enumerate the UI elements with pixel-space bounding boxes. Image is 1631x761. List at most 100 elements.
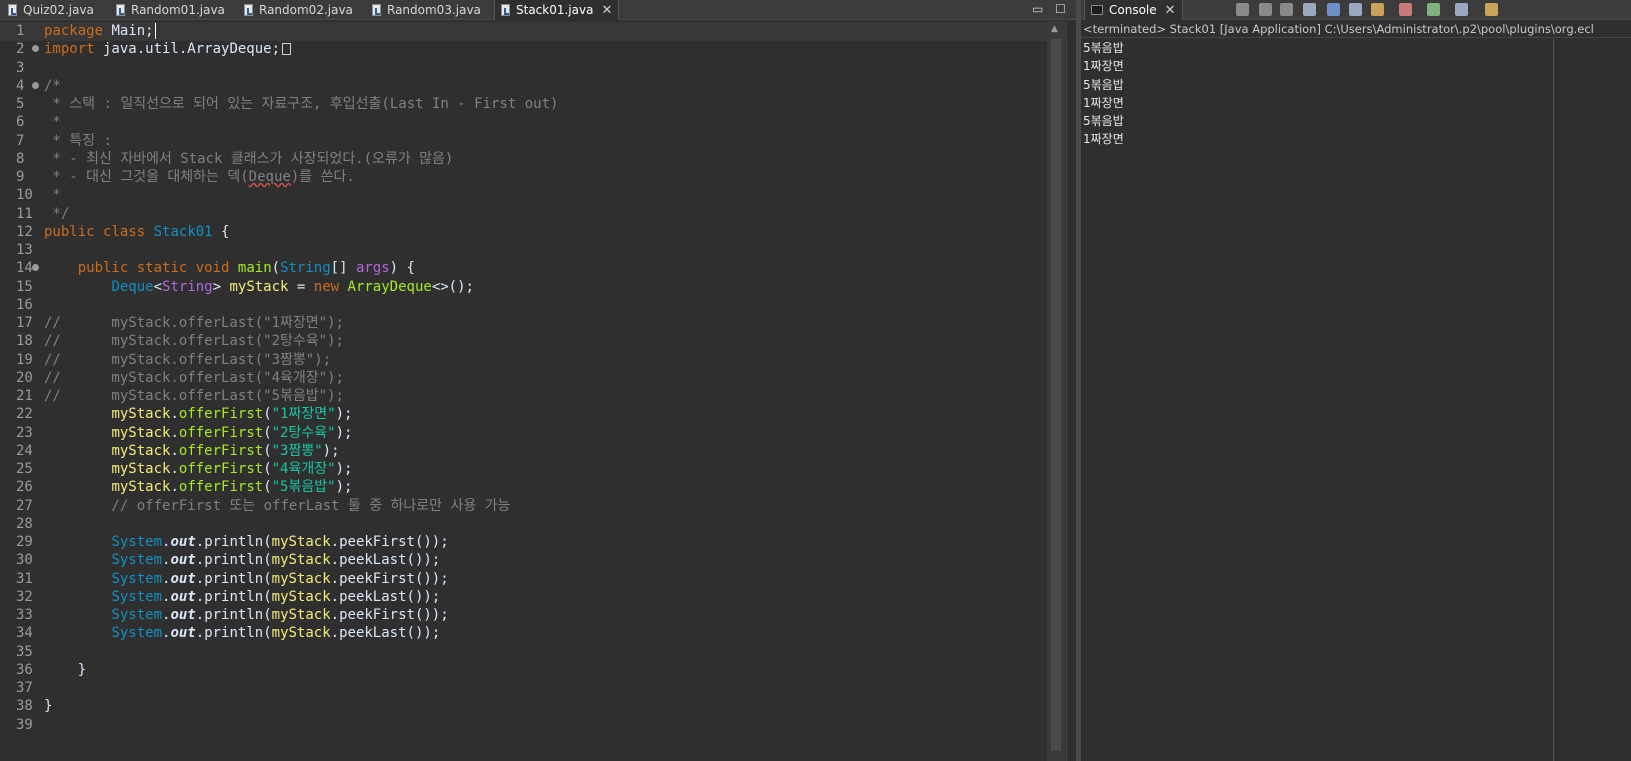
code-line[interactable]: 13 <box>0 241 1090 260</box>
code-line[interactable]: 39 <box>0 716 1090 735</box>
static-field: out <box>170 570 196 587</box>
code-text: myStack.offerFirst("3짬뽕"); <box>44 442 339 461</box>
code-text: // myStack.offerLast("4육개장"); <box>44 369 344 388</box>
static-field: out <box>170 534 196 550</box>
code-line[interactable]: 22 myStack.offerFirst("1짜장면"); <box>0 405 1090 424</box>
type-argument: String <box>162 278 213 295</box>
code-line[interactable]: 28 <box>0 515 1090 534</box>
code-punct: . <box>330 625 340 642</box>
code-punct: . <box>195 570 205 587</box>
line-number: 36 <box>16 661 33 678</box>
remove-launch-icon[interactable] <box>1259 3 1272 16</box>
code-line[interactable]: 21 // myStack.offerLast("5볶음밥"); <box>0 387 1090 406</box>
code-line[interactable]: 16 <box>0 296 1090 315</box>
open-console-icon[interactable] <box>1485 3 1498 16</box>
string-literal: "3짬뽕" <box>271 442 323 459</box>
code-line[interactable]: 36 } <box>0 661 1090 680</box>
code-line[interactable]: 37 <box>0 679 1090 698</box>
scroll-lock-icon[interactable] <box>1327 3 1340 16</box>
code-punct: . <box>195 534 205 550</box>
code-line[interactable]: 38} <box>0 697 1090 716</box>
line-number: 34 <box>16 625 33 642</box>
code-line[interactable]: 32 System.out.println(myStack.peekLast()… <box>0 588 1090 607</box>
code-line[interactable]: 34 System.out.println(myStack.peekLast()… <box>0 624 1090 643</box>
code-line[interactable]: 26 myStack.offerFirst("5볶음밥"); <box>0 478 1090 497</box>
method-name: offerFirst <box>178 479 264 496</box>
display-console-icon[interactable] <box>1455 3 1468 16</box>
code-line[interactable]: 23 myStack.offerFirst("2탕수육"); <box>0 424 1090 443</box>
java-file-icon <box>244 4 253 16</box>
line-number: 22 <box>16 406 33 423</box>
code-line[interactable]: 5 * 스택 : 일직선으로 되어 있는 자료구조, 후입선출(Last In … <box>0 95 1090 114</box>
code-line[interactable]: 35 <box>0 643 1090 662</box>
code-line[interactable]: 27 // offerFirst 또는 offerLast 둘 중 하나로만 사… <box>0 497 1090 516</box>
java-file-icon <box>8 4 17 16</box>
code-punct: . <box>330 607 340 623</box>
code-line[interactable]: 17 // myStack.offerLast("1짜장면"); <box>0 314 1090 333</box>
code-text: Deque<String> myStack = new ArrayDeque<>… <box>44 278 474 297</box>
code-text: * 스택 : 일직선으로 되어 있는 자료구조, 후입선출(Last In - … <box>44 95 558 114</box>
parameter-name: args <box>355 260 390 277</box>
code-line[interactable]: 19 // myStack.offerLast("3짬뽕"); <box>0 351 1090 370</box>
code-line[interactable]: 33 System.out.println(myStack.peekFirst(… <box>0 606 1090 625</box>
code-line[interactable]: 12 public class Stack01 { <box>0 223 1090 242</box>
code-editor[interactable]: 1 package Main; 2 import java.util.ArrayDeq… <box>0 21 1090 761</box>
code-line[interactable]: 4/* <box>0 77 1090 96</box>
tab-random02[interactable]: Random02.java <box>244 0 353 20</box>
variable-name: myStack <box>111 461 171 477</box>
maximize-icon[interactable]: ☐ <box>1055 2 1066 16</box>
code-line[interactable]: 14 public static void main(String[] args… <box>0 259 1090 278</box>
code-line[interactable]: 29 System.out.println(myStack.peekFirst(… <box>0 533 1090 552</box>
code-line[interactable]: 15 Deque<String> myStack = new ArrayDequ… <box>0 278 1090 297</box>
code-line[interactable]: 24 myStack.offerFirst("3짬뽕"); <box>0 442 1090 461</box>
code-line[interactable]: 1 package Main; <box>0 22 1090 41</box>
code-line[interactable]: 10 * <box>0 186 1090 205</box>
code-text: myStack.offerFirst("1짜장면"); <box>44 405 352 424</box>
show-on-error-icon[interactable] <box>1399 3 1412 16</box>
code-punct: ()); <box>406 588 441 605</box>
code-text: } <box>44 661 86 680</box>
editor-vertical-scrollbar[interactable]: ▲ <box>1047 21 1065 761</box>
code-line[interactable]: 25 myStack.offerFirst("4육개장"); <box>0 460 1090 479</box>
code-punct <box>44 461 111 477</box>
word-wrap-icon[interactable] <box>1349 3 1362 16</box>
scroll-up-icon[interactable]: ▲ <box>1051 24 1058 34</box>
keyword-static: static <box>136 260 188 277</box>
tab-random01[interactable]: Random01.java <box>116 0 225 20</box>
code-line[interactable]: 7 * 특징 : <box>0 132 1090 151</box>
folded-imports-icon[interactable] <box>282 43 292 56</box>
code-line[interactable]: 20 // myStack.offerLast("4육개장"); <box>0 369 1090 388</box>
code-punct <box>44 571 111 587</box>
text-caret <box>154 23 156 39</box>
code-line[interactable]: 2 import java.util.ArrayDeque; <box>0 40 1090 59</box>
code-line[interactable]: 6 * <box>0 113 1090 132</box>
minimize-icon[interactable]: ▭ <box>1032 2 1043 16</box>
remove-all-icon[interactable] <box>1280 3 1293 16</box>
close-tab-icon[interactable]: ✕ <box>601 3 612 18</box>
method-name: println <box>204 607 264 623</box>
close-tab-icon[interactable]: ✕ <box>1165 3 1176 18</box>
comment-text: // offerFirst 또는 offerLast 둘 중 하나로만 사용 가… <box>44 497 511 514</box>
show-on-output-icon[interactable] <box>1371 3 1384 16</box>
pin-console-icon[interactable] <box>1427 3 1440 16</box>
tab-random03[interactable]: Random03.java <box>372 0 481 20</box>
code-line[interactable]: 18 // myStack.offerLast("2탕수육"); <box>0 332 1090 351</box>
collapse-fold-icon[interactable] <box>32 81 39 89</box>
code-line[interactable]: 30 System.out.println(myStack.peekLast()… <box>0 551 1090 570</box>
method-name: peekLast <box>339 625 407 642</box>
code-line[interactable]: 11 */ <box>0 205 1090 224</box>
clear-console-icon[interactable] <box>1303 3 1316 16</box>
console-output[interactable]: 5볶음밥 1짜장면 5볶음밥 1짜장면 5볶음밥 1짜장면 <box>1083 39 1553 149</box>
tab-console[interactable]: Console ✕ <box>1084 0 1183 20</box>
terminate-icon[interactable] <box>1236 3 1249 16</box>
code-line[interactable]: 8 * - 최신 자바에서 Stack 클래스가 사장되었다.(오류가 많음) <box>0 150 1090 169</box>
tab-stack01[interactable]: Stack01.java ✕ <box>494 0 620 20</box>
scrollbar-thumb[interactable] <box>1051 39 1061 751</box>
code-line[interactable]: 3 <box>0 59 1090 78</box>
code-line[interactable]: 9 * - 대신 그것을 대체하는 덱(Deque)를 쓴다. <box>0 168 1090 187</box>
code-line[interactable]: 31 System.out.println(myStack.peekFirst(… <box>0 570 1090 589</box>
comment-text: */ <box>44 205 70 222</box>
tab-quiz02[interactable]: Quiz02.java <box>8 0 94 20</box>
code-text: // myStack.offerLast("3짬뽕"); <box>44 351 331 370</box>
code-text: myStack.offerFirst("2탕수육"); <box>44 424 352 443</box>
